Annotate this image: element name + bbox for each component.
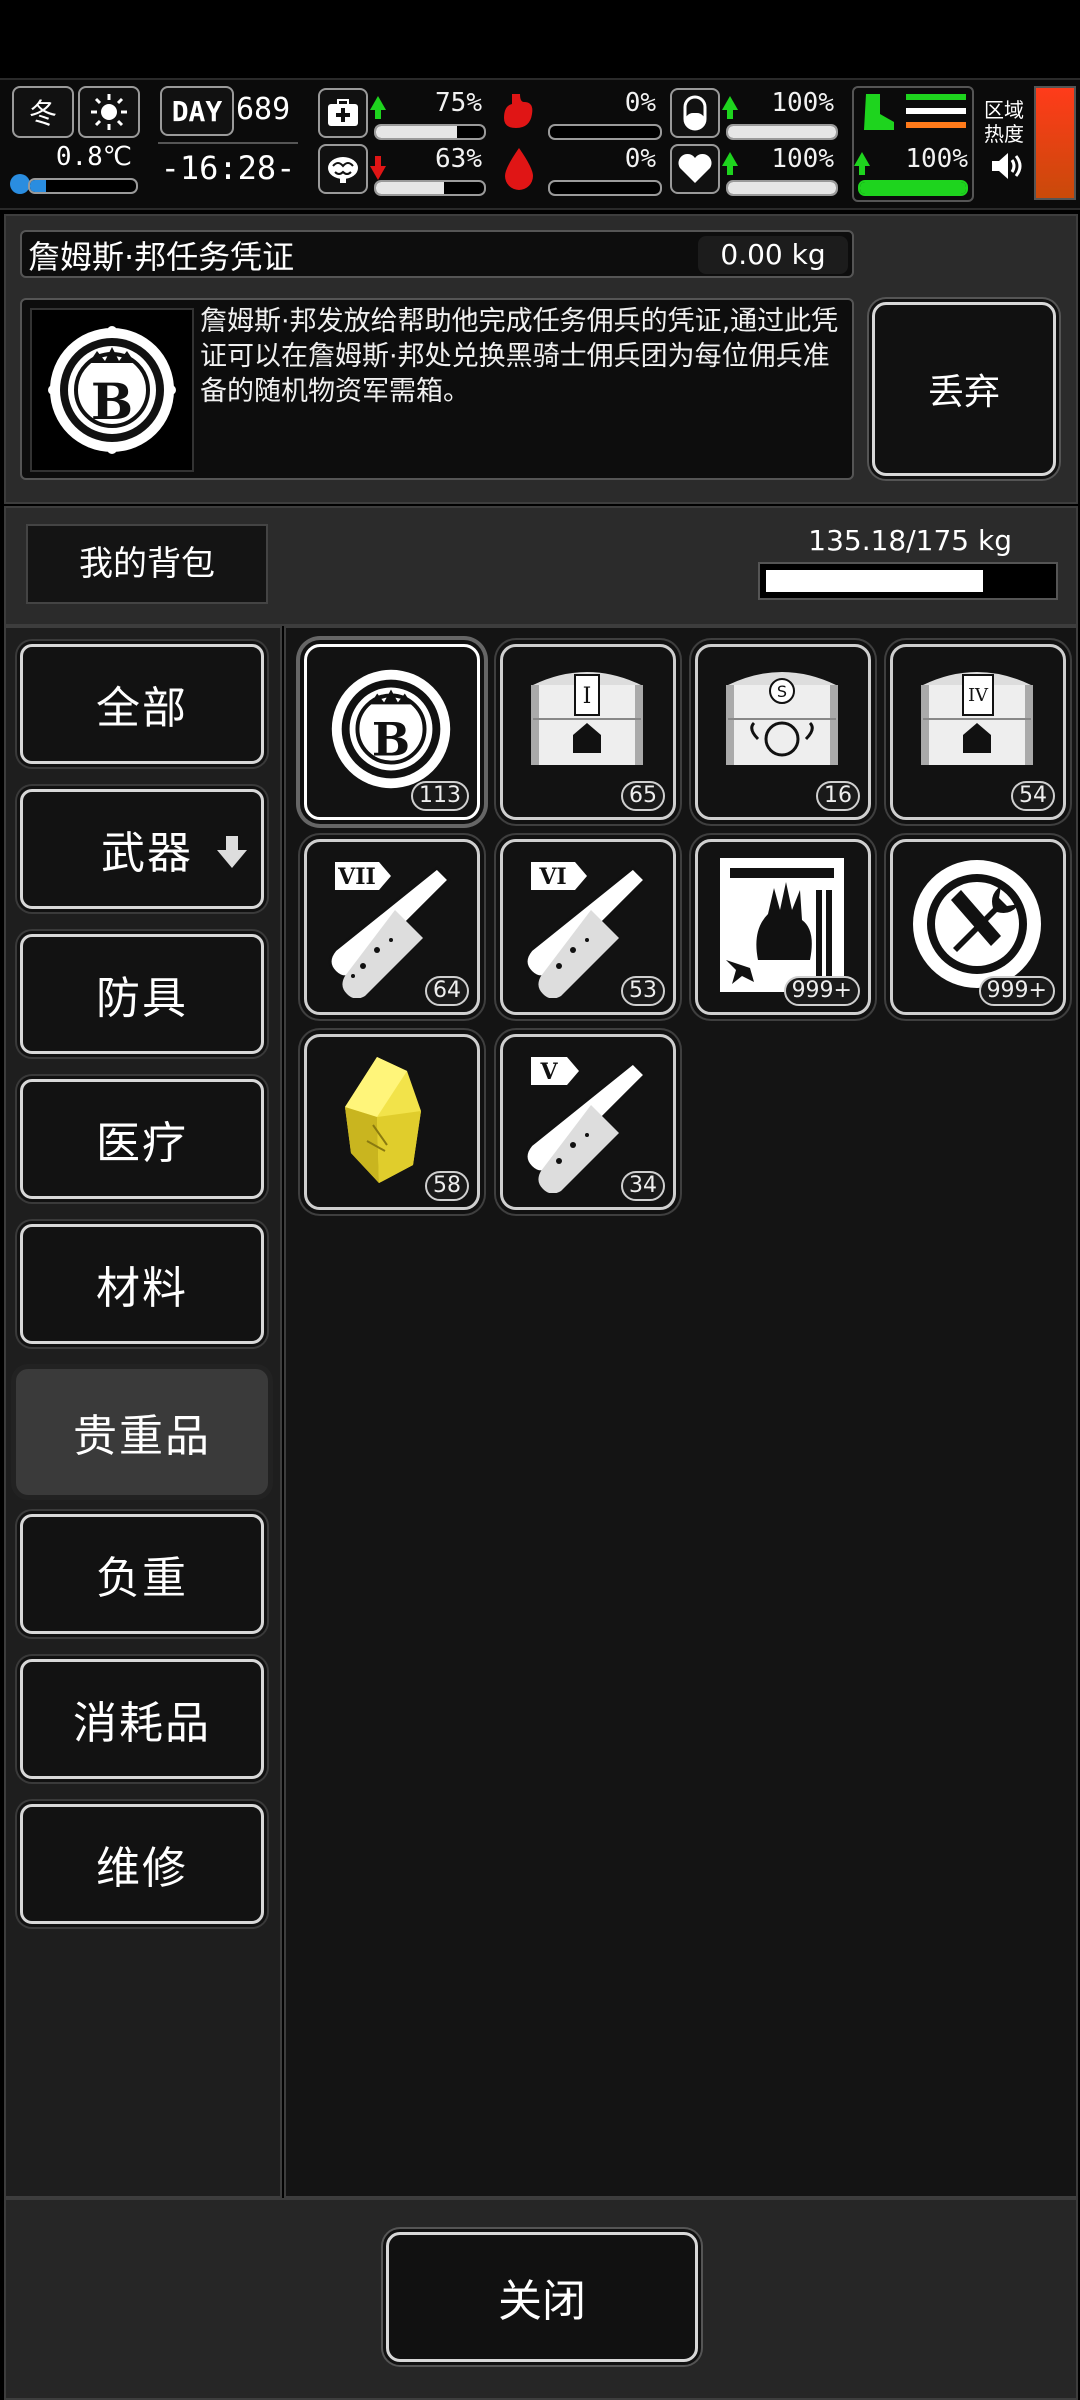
item-count: 113 xyxy=(411,781,469,811)
blood-bar xyxy=(548,180,662,196)
svg-text:B: B xyxy=(91,372,133,431)
season-badge: 冬 xyxy=(12,86,74,138)
discard-button[interactable]: 丢弃 xyxy=(872,302,1056,476)
speaker-icon[interactable] xyxy=(990,150,1024,186)
category-medical[interactable]: 医疗 xyxy=(20,1079,264,1199)
medkit-icon xyxy=(318,88,368,138)
item-description: 詹姆斯·邦发放给帮助他完成任务佣兵的凭证,通过此凭证可以在詹姆斯·邦处兑换黑骑士… xyxy=(200,306,839,407)
svg-text:VI: VI xyxy=(538,864,566,890)
item-slot-test-tube-vi[interactable]: VI 53 xyxy=(500,839,676,1015)
item-count: 999+ xyxy=(978,976,1055,1006)
stomach-icon xyxy=(496,88,542,134)
item-slot-test-tube-vii[interactable]: VII 64 xyxy=(304,839,480,1015)
brain-icon xyxy=(318,144,368,194)
blood-drop-icon xyxy=(496,144,542,190)
item-count: 34 xyxy=(621,1171,665,1201)
thermometer-icon xyxy=(10,174,30,194)
category-load[interactable]: 负重 xyxy=(20,1514,264,1634)
item-slot-gold-crystal[interactable]: 58 xyxy=(304,1034,480,1210)
blood-percent: 0% xyxy=(624,144,656,174)
item-name: 詹姆斯·邦任务凭证 xyxy=(28,238,295,276)
svg-text:V: V xyxy=(539,1059,558,1085)
stamina-percent: 100% xyxy=(771,88,834,118)
stomach-percent: 0% xyxy=(624,88,656,118)
supply-chest-emblem-icon: S xyxy=(726,672,838,765)
status-stripe-green xyxy=(906,94,966,100)
item-count: 65 xyxy=(621,781,665,811)
category-weapons[interactable]: 武器 xyxy=(20,789,264,909)
arrow-down-icon xyxy=(215,830,249,881)
svg-text:B: B xyxy=(372,713,410,767)
item-count: 58 xyxy=(425,1171,469,1201)
item-count: 999+ xyxy=(783,976,860,1006)
item-count: 54 xyxy=(1011,781,1055,811)
svg-text:IV: IV xyxy=(968,685,989,706)
day-label: DAY xyxy=(160,86,234,136)
supply-chest-i-icon: I xyxy=(531,672,643,765)
item-slot-wrench-token[interactable]: 999+ xyxy=(890,839,1066,1015)
item-detail-panel: 詹姆斯·邦任务凭证 0.00 kg B 詹姆斯·邦发放给帮助他完成任务佣兵的凭证… xyxy=(4,214,1078,504)
heart-percent: 100% xyxy=(771,144,834,174)
leg-bar xyxy=(858,180,968,196)
stomach-bar xyxy=(548,124,662,140)
temperature-text: 0.8℃ xyxy=(55,142,132,172)
close-button[interactable]: 关闭 xyxy=(386,2232,698,2362)
item-slot-zombie-hand-card[interactable]: 999+ xyxy=(695,839,871,1015)
item-slot-b-coin[interactable]: B 113 xyxy=(304,644,480,820)
sun-icon xyxy=(78,86,140,138)
status-stripe-white xyxy=(906,108,966,114)
area-heat-label: 区域 热度 xyxy=(984,98,1024,146)
item-slot-supply-chest-i[interactable]: I 65 xyxy=(500,644,676,820)
item-slot-supply-chest-iv[interactable]: IV 54 xyxy=(890,644,1066,820)
mood-bar xyxy=(374,180,486,196)
item-weight: 0.00 kg xyxy=(698,236,848,274)
stamina-bar xyxy=(726,124,838,140)
svg-text:I: I xyxy=(583,684,592,709)
item-count: 16 xyxy=(816,781,860,811)
clock: -16:28- xyxy=(158,142,298,192)
capsule-icon xyxy=(670,88,720,138)
item-count: 64 xyxy=(425,976,469,1006)
day-count: 689 xyxy=(236,92,291,127)
category-armor[interactable]: 防具 xyxy=(20,934,264,1054)
backpack-header: 我的背包 135.18/175 kg xyxy=(4,506,1078,626)
heart-bar xyxy=(726,180,838,196)
supply-chest-iv-icon: IV xyxy=(921,672,1033,765)
item-count: 53 xyxy=(621,976,665,1006)
svg-text:S: S xyxy=(777,682,787,701)
category-all[interactable]: 全部 xyxy=(20,644,264,764)
status-stripe-orange xyxy=(906,122,966,128)
temperature-bar xyxy=(28,178,138,194)
backpack-weight-text: 135.18/175 kg xyxy=(808,524,1012,557)
area-heat-gauge xyxy=(1034,86,1076,200)
leg-percent: 100% xyxy=(905,144,968,174)
item-slot-supply-chest-emblem[interactable]: S 16 xyxy=(695,644,871,820)
b-coin-icon: B xyxy=(30,308,194,472)
item-slot-test-tube-v[interactable]: V 34 xyxy=(500,1034,676,1210)
boot-icon xyxy=(856,90,900,134)
heart-icon xyxy=(670,144,720,194)
category-consumables[interactable]: 消耗品 xyxy=(20,1659,264,1779)
season-text: 冬 xyxy=(28,97,57,130)
category-repair[interactable]: 维修 xyxy=(20,1804,264,1924)
category-materials[interactable]: 材料 xyxy=(20,1224,264,1344)
backpack-title: 我的背包 xyxy=(26,524,268,604)
health-bar xyxy=(374,124,486,140)
health-percent: 75% xyxy=(435,88,482,118)
status-bar: 冬 0.8℃ DAY 689 -16:28- 75% 63% 0% 0% 100… xyxy=(0,78,1080,210)
category-valuables[interactable]: 贵重品 xyxy=(16,1369,268,1495)
backpack-weight-bar xyxy=(758,562,1058,600)
mood-percent: 63% xyxy=(435,144,482,174)
svg-text:VII: VII xyxy=(337,864,376,890)
